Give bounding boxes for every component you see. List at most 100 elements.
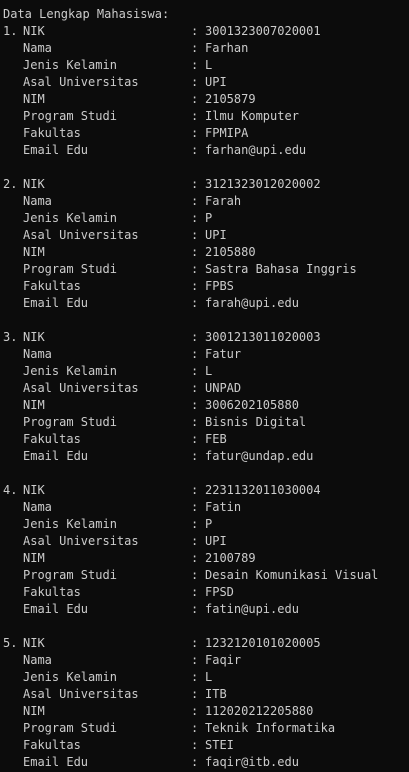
field-label-nim: NIM [23,398,45,412]
field-separator: : [191,262,199,276]
record-line-nim: NIM:2105880 [3,244,409,261]
field-separator: : [191,517,199,531]
field-value-fakultas: FPBS [205,279,234,293]
field-label-univ: Asal Universitas [23,687,139,701]
record-line-fakultas: Fakultas: FPMIPA [3,125,409,142]
record-line-fakultas: Fakultas: STEI [3,737,409,754]
field-separator: : [191,585,199,599]
field-separator: : [191,245,199,259]
field-value-email: faqir@itb.edu [205,755,299,769]
student-record: 2. NIK:3121323012020002 Nama: Farah Jenis Ke… [3,176,409,312]
field-separator: : [191,109,199,123]
field-value-nama: Farhan [205,41,249,55]
field-value-univ: UPI [205,75,227,89]
terminal-window[interactable]: Data Lengkap Mahasiswa: 1. NIK:3001323007… [0,0,409,772]
student-record: 5. NIK:1232120101020005 Nama: Faqir Jenis Ke… [3,635,409,771]
record-line-nik: 2. NIK:3121323012020002 [3,176,409,193]
field-value-nik: 3001323007020001 [205,24,321,38]
field-separator: : [191,738,199,752]
field-label-nik: NIK [23,483,45,497]
record-line-email: Email Edu: fatin@upi.edu [3,601,409,618]
field-separator: : [191,721,199,735]
field-separator: : [191,687,199,701]
record-line-univ: Asal Universitas: UNPAD [3,380,409,397]
record-line-nim: NIM:112020212205880 [3,703,409,720]
field-label-nama: Nama [23,347,52,361]
field-separator: : [191,432,199,446]
field-label-nik: NIK [23,636,45,650]
field-separator: : [191,500,199,514]
record-number: 2. [3,177,18,191]
record-line-prodi: Program Studi: Desain Komunikasi Visual [3,567,409,584]
record-line-nik: 5. NIK:1232120101020005 [3,635,409,652]
record-line-nim: NIM:2105879 [3,91,409,108]
field-label-nik: NIK [23,177,45,191]
field-label-nama: Nama [23,500,52,514]
field-label-univ: Asal Universitas [23,228,139,242]
field-value-jk: L [205,364,213,378]
field-value-jk: P [205,517,213,531]
field-label-fakultas: Fakultas [23,279,81,293]
record-number: 5. [3,636,18,650]
field-value-prodi: Teknik Informatika [205,721,336,735]
field-value-fakultas: FPSD [205,585,234,599]
record-line-email: Email Edu: farhan@upi.edu [3,142,409,159]
records-list: 1. NIK:3001323007020001 Nama: Farhan Jenis K… [3,23,409,771]
field-label-fakultas: Fakultas [23,738,81,752]
field-value-email: fatin@upi.edu [205,602,299,616]
field-value-nama: Faqir [205,653,242,667]
student-record: 3. NIK:3001213011020003 Nama: Fatur Jenis Ke… [3,329,409,465]
field-separator: : [191,670,199,684]
field-label-jk: Jenis Kelamin [23,670,117,684]
field-label-fakultas: Fakultas [23,432,81,446]
record-line-nim: NIM:2100789 [3,550,409,567]
field-separator: : [191,75,199,89]
field-label-email: Email Edu [23,143,89,157]
field-label-nim: NIM [23,245,45,259]
record-line-nama: Nama: Fatin [3,499,409,516]
field-separator: : [191,398,199,412]
field-label-nama: Nama [23,41,52,55]
field-label-prodi: Program Studi [23,415,117,429]
record-line-jk: Jenis Kelamin: L [3,57,409,74]
field-value-prodi: Bisnis Digital [205,415,307,429]
record-line-prodi: Program Studi: Ilmu Komputer [3,108,409,125]
field-value-nik: 1232120101020005 [205,636,321,650]
record-line-email: Email Edu: faqir@itb.edu [3,754,409,771]
record-line-fakultas: Fakultas: FPBS [3,278,409,295]
field-separator: : [191,177,199,191]
field-value-univ: ITB [205,687,227,701]
record-line-fakultas: Fakultas: FPSD [3,584,409,601]
field-label-jk: Jenis Kelamin [23,364,117,378]
field-value-email: fatur@undap.edu [205,449,314,463]
field-label-nik: NIK [23,330,45,344]
field-label-univ: Asal Universitas [23,534,139,548]
field-value-nim: 112020212205880 [205,704,314,718]
field-separator: : [191,228,199,242]
field-value-nama: Farah [205,194,242,208]
field-separator: : [191,653,199,667]
field-value-nim: 2105880 [205,245,256,259]
field-separator: : [191,551,199,565]
field-value-fakultas: STEI [205,738,234,752]
field-separator: : [191,330,199,344]
record-line-nim: NIM:3006202105880 [3,397,409,414]
field-separator: : [191,41,199,55]
record-line-jk: Jenis Kelamin: L [3,363,409,380]
field-separator: : [191,568,199,582]
field-separator: : [191,449,199,463]
field-separator: : [191,126,199,140]
field-separator: : [191,296,199,310]
field-value-nim: 3006202105880 [205,398,299,412]
field-label-jk: Jenis Kelamin [23,517,117,531]
field-separator: : [191,194,199,208]
field-separator: : [191,534,199,548]
field-separator: : [191,483,199,497]
field-label-nim: NIM [23,704,45,718]
field-value-nik: 3121323012020002 [205,177,321,191]
field-value-fakultas: FPMIPA [205,126,249,140]
field-separator: : [191,279,199,293]
record-line-fakultas: Fakultas: FEB [3,431,409,448]
